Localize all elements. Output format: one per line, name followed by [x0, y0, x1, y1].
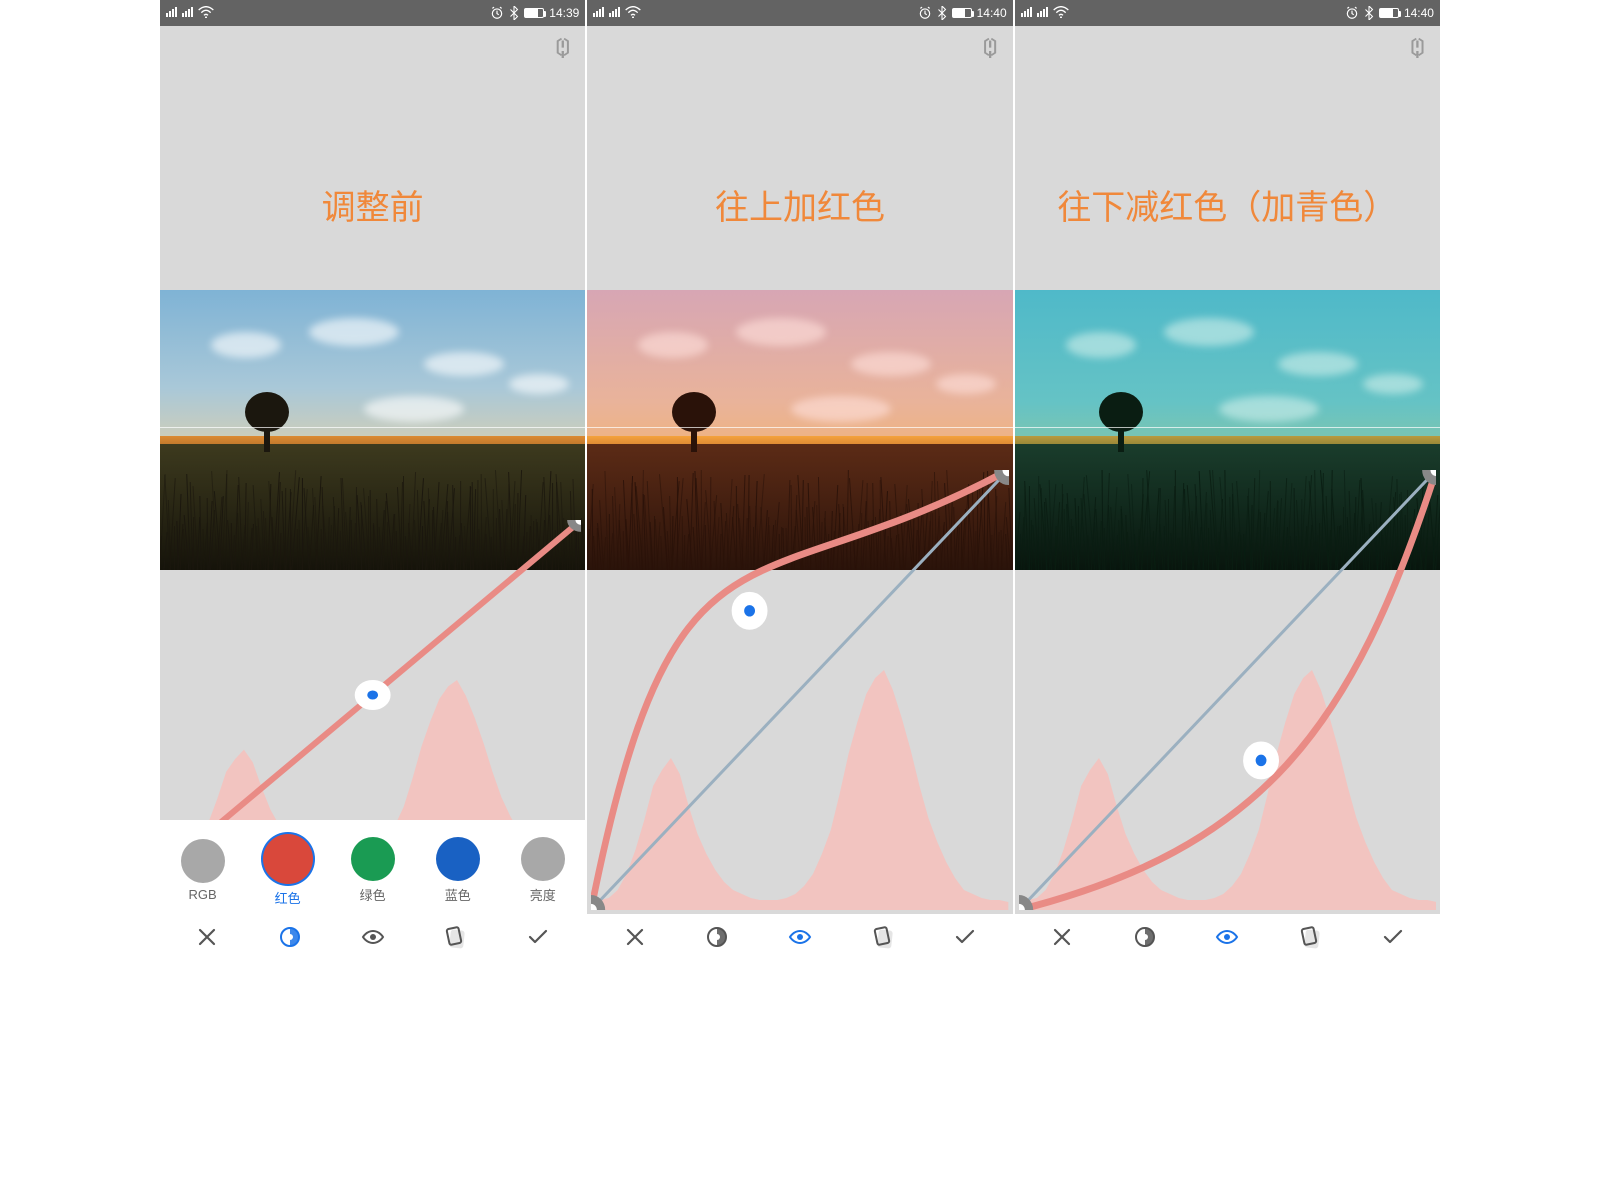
curve-control-point[interactable]	[361, 685, 384, 705]
battery-icon	[952, 8, 972, 18]
visibility-button[interactable]	[1212, 922, 1242, 952]
tone-curve[interactable]	[164, 520, 581, 870]
curve-editor[interactable]	[1015, 440, 1440, 960]
signal-icon	[593, 6, 604, 20]
filters-button[interactable]	[1295, 922, 1325, 952]
status-bar: 14:40	[587, 0, 1012, 26]
panel-1: 14:40 〔¦〕 往上加红色	[585, 0, 1012, 960]
panel-2: 14:40 〔¦〕 往下减红色（加青色）	[1013, 0, 1440, 960]
panel-caption: 往下减红色（加青色）	[1015, 180, 1440, 229]
channel-selector-row: RGB 红色 绿色 蓝色 亮度	[160, 820, 585, 914]
curve-editor[interactable]: RGB 红色 绿色 蓝色 亮度	[160, 570, 585, 960]
tone-curve[interactable]	[1019, 470, 1436, 910]
style-button[interactable]	[702, 922, 732, 952]
visibility-button[interactable]	[358, 922, 388, 952]
bluetooth-icon	[1364, 6, 1374, 20]
signal-icon	[609, 6, 620, 20]
channel-rgb[interactable]: RGB	[173, 839, 233, 902]
confirm-button[interactable]	[950, 922, 980, 952]
confirm-button[interactable]	[1378, 922, 1408, 952]
signal-icon	[1037, 6, 1048, 20]
close-button[interactable]	[192, 922, 222, 952]
channel-label: 亮度	[530, 885, 556, 904]
filters-button[interactable]	[868, 922, 898, 952]
alarm-icon	[490, 6, 504, 20]
signal-icon	[1021, 6, 1032, 20]
signal-icon	[182, 6, 193, 20]
panel-caption: 往上加红色	[587, 180, 1012, 229]
channel-label: 绿色	[360, 885, 386, 904]
wifi-icon	[625, 6, 641, 21]
tone-curve[interactable]	[591, 470, 1008, 910]
signal-icon	[166, 6, 177, 20]
compare-icon[interactable]: 〔¦〕	[1399, 34, 1434, 60]
wifi-icon	[198, 6, 214, 21]
style-button[interactable]	[1130, 922, 1160, 952]
panel-caption: 调整前	[160, 180, 585, 229]
bottom-action-bar	[160, 914, 585, 960]
curve-control-point[interactable]	[1249, 748, 1272, 773]
battery-icon	[1379, 8, 1399, 18]
status-bar: 14:39	[160, 0, 585, 26]
compare-icon[interactable]: 〔¦〕	[972, 34, 1007, 60]
status-time: 14:40	[977, 6, 1007, 20]
channel-green[interactable]: 绿色	[343, 837, 403, 904]
channel-luma[interactable]: 亮度	[513, 837, 573, 904]
channel-blue[interactable]: 蓝色	[428, 837, 488, 904]
curve-control-point[interactable]	[738, 598, 761, 623]
battery-icon	[524, 8, 544, 18]
status-time: 14:40	[1404, 6, 1434, 20]
bluetooth-icon	[509, 6, 519, 20]
channel-label: 红色	[275, 888, 301, 907]
alarm-icon	[918, 6, 932, 20]
bottom-action-bar	[587, 914, 1012, 960]
compare-icon[interactable]: 〔¦〕	[544, 34, 579, 60]
filters-button[interactable]	[440, 922, 470, 952]
bottom-action-bar	[1015, 914, 1440, 960]
alarm-icon	[1345, 6, 1359, 20]
panel-0: 14:39 〔¦〕 调整前 RGB 红色 绿色	[160, 0, 585, 960]
close-button[interactable]	[620, 922, 650, 952]
close-button[interactable]	[1047, 922, 1077, 952]
confirm-button[interactable]	[523, 922, 553, 952]
curve-editor[interactable]	[587, 440, 1012, 960]
status-time: 14:39	[549, 6, 579, 20]
style-button[interactable]	[275, 922, 305, 952]
bluetooth-icon	[937, 6, 947, 20]
channel-label: RGB	[188, 887, 216, 902]
wifi-icon	[1053, 6, 1069, 21]
channel-label: 蓝色	[445, 885, 471, 904]
visibility-button[interactable]	[785, 922, 815, 952]
status-bar: 14:40	[1015, 0, 1440, 26]
channel-red[interactable]: 红色	[258, 834, 318, 907]
